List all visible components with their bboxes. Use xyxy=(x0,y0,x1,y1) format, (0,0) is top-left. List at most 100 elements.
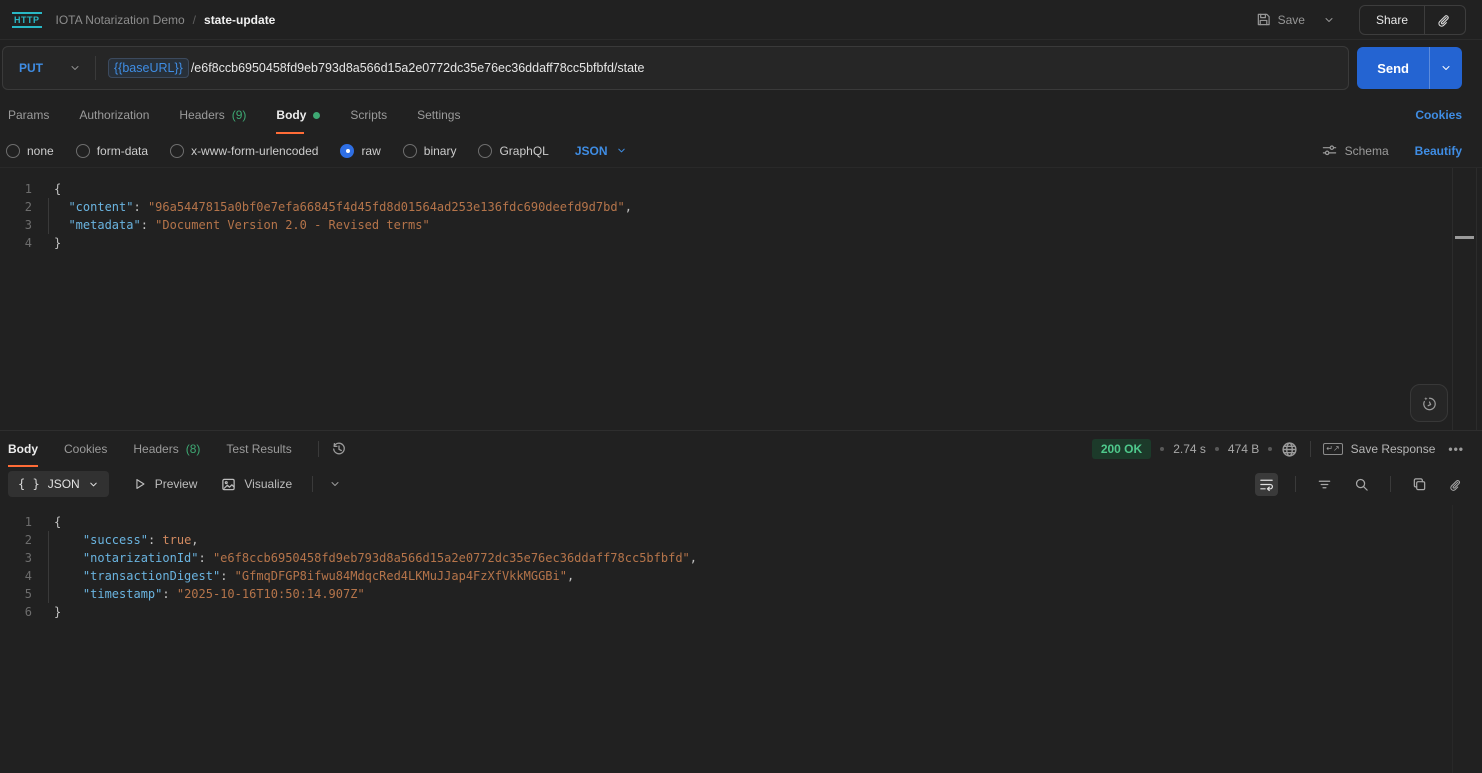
wrap-text-icon[interactable] xyxy=(1255,472,1278,496)
separator-dot xyxy=(1214,447,1219,451)
method-caret-icon xyxy=(69,62,81,74)
network-info-icon[interactable] xyxy=(1281,441,1298,458)
radio-icon xyxy=(6,143,20,158)
cookies-link[interactable]: Cookies xyxy=(1415,108,1462,122)
tab-scripts[interactable]: Scripts xyxy=(350,96,387,134)
braces-icon: { } xyxy=(18,477,40,491)
save-button[interactable]: Save xyxy=(1250,8,1311,31)
response-body-editor: 123456 { "success": true, "notarizationI… xyxy=(0,501,1482,773)
response-format-select[interactable]: { } JSON xyxy=(8,471,109,497)
tab-headers[interactable]: Headers (9) xyxy=(179,96,246,134)
topbar-actions: Save Share xyxy=(1250,4,1466,35)
request-line-numbers: 1234 xyxy=(24,182,32,250)
breadcrumb: IOTA Notarization Demo / state-update xyxy=(56,13,276,27)
body-modified-dot xyxy=(313,111,321,119)
radio-icon xyxy=(75,143,90,158)
beautify-button[interactable]: Beautify xyxy=(1415,144,1462,158)
save-icon xyxy=(1256,12,1271,27)
link-icon[interactable] xyxy=(1445,473,1468,496)
response-toolbar: { } JSON Preview Visualize xyxy=(0,467,1482,501)
request-tabs: Params Authorization Headers (9) Body Scr… xyxy=(0,96,1482,134)
response-tab-body[interactable]: Body xyxy=(8,431,38,467)
request-url-row: PUT {{baseURL}} /e6f8ccb6950458fd9eb793d… xyxy=(0,40,1482,96)
share-group: Share xyxy=(1358,4,1466,35)
mode-graphql[interactable]: GraphQL xyxy=(478,143,549,158)
mode-x-www-form-urlencoded[interactable]: x-www-form-urlencoded xyxy=(170,143,318,158)
schema-button[interactable]: Schema xyxy=(1322,143,1389,158)
request-code-area[interactable]: { "content": "96a5447815a0bf0e7efa66845f… xyxy=(44,168,1482,430)
mode-none[interactable]: none xyxy=(6,143,54,158)
separator-dot xyxy=(1268,447,1273,451)
response-tab-headers[interactable]: Headers (8) xyxy=(133,431,200,467)
response-size: 474 B xyxy=(1227,442,1260,456)
url-variable-chip: {{baseURL}} xyxy=(108,58,189,78)
image-icon xyxy=(221,477,236,492)
response-pane: Body Cookies Headers (8) Test Results 200… xyxy=(0,431,1482,773)
topbar: HTTP IOTA Notarization Demo / state-upda… xyxy=(0,0,1482,40)
preview-button[interactable]: Preview xyxy=(133,477,197,491)
breadcrumb-request-name[interactable]: state-update xyxy=(204,13,275,27)
overview-marker xyxy=(1455,236,1474,239)
tab-authorization[interactable]: Authorization xyxy=(79,96,149,134)
response-time: 2.74 s xyxy=(1173,442,1206,456)
search-icon[interactable] xyxy=(1350,473,1373,496)
url-bar: PUT {{baseURL}} /e6f8ccb6950458fd9eb793d… xyxy=(2,46,1350,90)
mode-form-data[interactable]: form-data xyxy=(75,143,148,158)
body-mode-row: none form-data x-www-form-urlencoded raw… xyxy=(0,134,1482,168)
radio-selected-icon xyxy=(340,143,355,158)
breadcrumb-separator: / xyxy=(192,12,197,27)
separator-dot xyxy=(1160,447,1165,451)
divider xyxy=(312,476,314,492)
response-history-icon[interactable] xyxy=(331,441,347,457)
mode-binary[interactable]: binary xyxy=(402,143,456,158)
response-scroll-gutter xyxy=(1452,505,1453,773)
save-response-button[interactable]: ↵↗ Save Response xyxy=(1323,442,1435,456)
filter-icon[interactable] xyxy=(1313,473,1336,496)
save-options-button[interactable] xyxy=(1315,10,1343,30)
sliders-icon xyxy=(1322,143,1337,158)
radio-icon xyxy=(478,143,493,158)
mode-raw[interactable]: raw xyxy=(340,143,381,158)
divider xyxy=(1390,476,1391,492)
tab-body[interactable]: Body xyxy=(276,96,321,134)
radio-icon xyxy=(170,143,185,158)
response-tabs: Body Cookies Headers (8) Test Results 200… xyxy=(0,431,1482,467)
tab-params[interactable]: Params xyxy=(8,96,49,134)
send-button[interactable]: Send xyxy=(1357,47,1429,89)
response-line-numbers: 123456 xyxy=(24,515,32,619)
radio-icon xyxy=(402,143,417,158)
method-select[interactable]: PUT xyxy=(3,61,95,75)
http-collection-icon: HTTP xyxy=(12,11,42,28)
response-code-area[interactable]: { "success": true, "notarizationId": "e6… xyxy=(44,501,1482,773)
response-tab-cookies[interactable]: Cookies xyxy=(64,431,107,467)
editor-overview-ruler[interactable] xyxy=(1452,168,1477,430)
divider xyxy=(1295,476,1296,492)
status-badge: 200 OK xyxy=(1091,439,1152,459)
save-response-icon: ↵↗ xyxy=(1323,443,1343,455)
postbot-button[interactable] xyxy=(1410,384,1448,422)
url-input[interactable]: {{baseURL}} /e6f8ccb6950458fd9eb793d8a56… xyxy=(96,58,656,78)
tab-settings[interactable]: Settings xyxy=(417,96,460,134)
copy-icon[interactable] xyxy=(1408,473,1431,496)
play-icon xyxy=(133,477,147,491)
response-tools-right xyxy=(1255,472,1468,496)
visualize-button[interactable]: Visualize xyxy=(221,477,292,492)
response-tab-test-results[interactable]: Test Results xyxy=(226,431,291,467)
raw-language-select[interactable]: JSON xyxy=(575,144,627,158)
save-label: Save xyxy=(1277,12,1305,27)
divider xyxy=(317,441,319,457)
response-headers-count: (8) xyxy=(185,442,201,456)
share-button[interactable]: Share xyxy=(1360,13,1424,27)
response-meta: 200 OK 2.74 s 474 B ↵↗ Save Response ••• xyxy=(1091,439,1468,459)
response-view-caret[interactable] xyxy=(329,478,341,490)
headers-count: (9) xyxy=(231,108,247,122)
response-more-menu[interactable]: ••• xyxy=(1444,442,1468,456)
request-body-editor: 1234 { "content": "96a5447815a0bf0e7efa6… xyxy=(0,168,1482,431)
url-path: /e6f8ccb6950458fd9eb793d8a566d15a2e0772d… xyxy=(190,61,645,75)
send-button-group: Send xyxy=(1357,47,1462,89)
divider xyxy=(1310,441,1312,457)
method-label: PUT xyxy=(19,61,43,75)
breadcrumb-collection[interactable]: IOTA Notarization Demo xyxy=(56,13,185,27)
send-options-button[interactable] xyxy=(1429,47,1462,89)
copy-link-icon[interactable] xyxy=(1425,12,1465,28)
